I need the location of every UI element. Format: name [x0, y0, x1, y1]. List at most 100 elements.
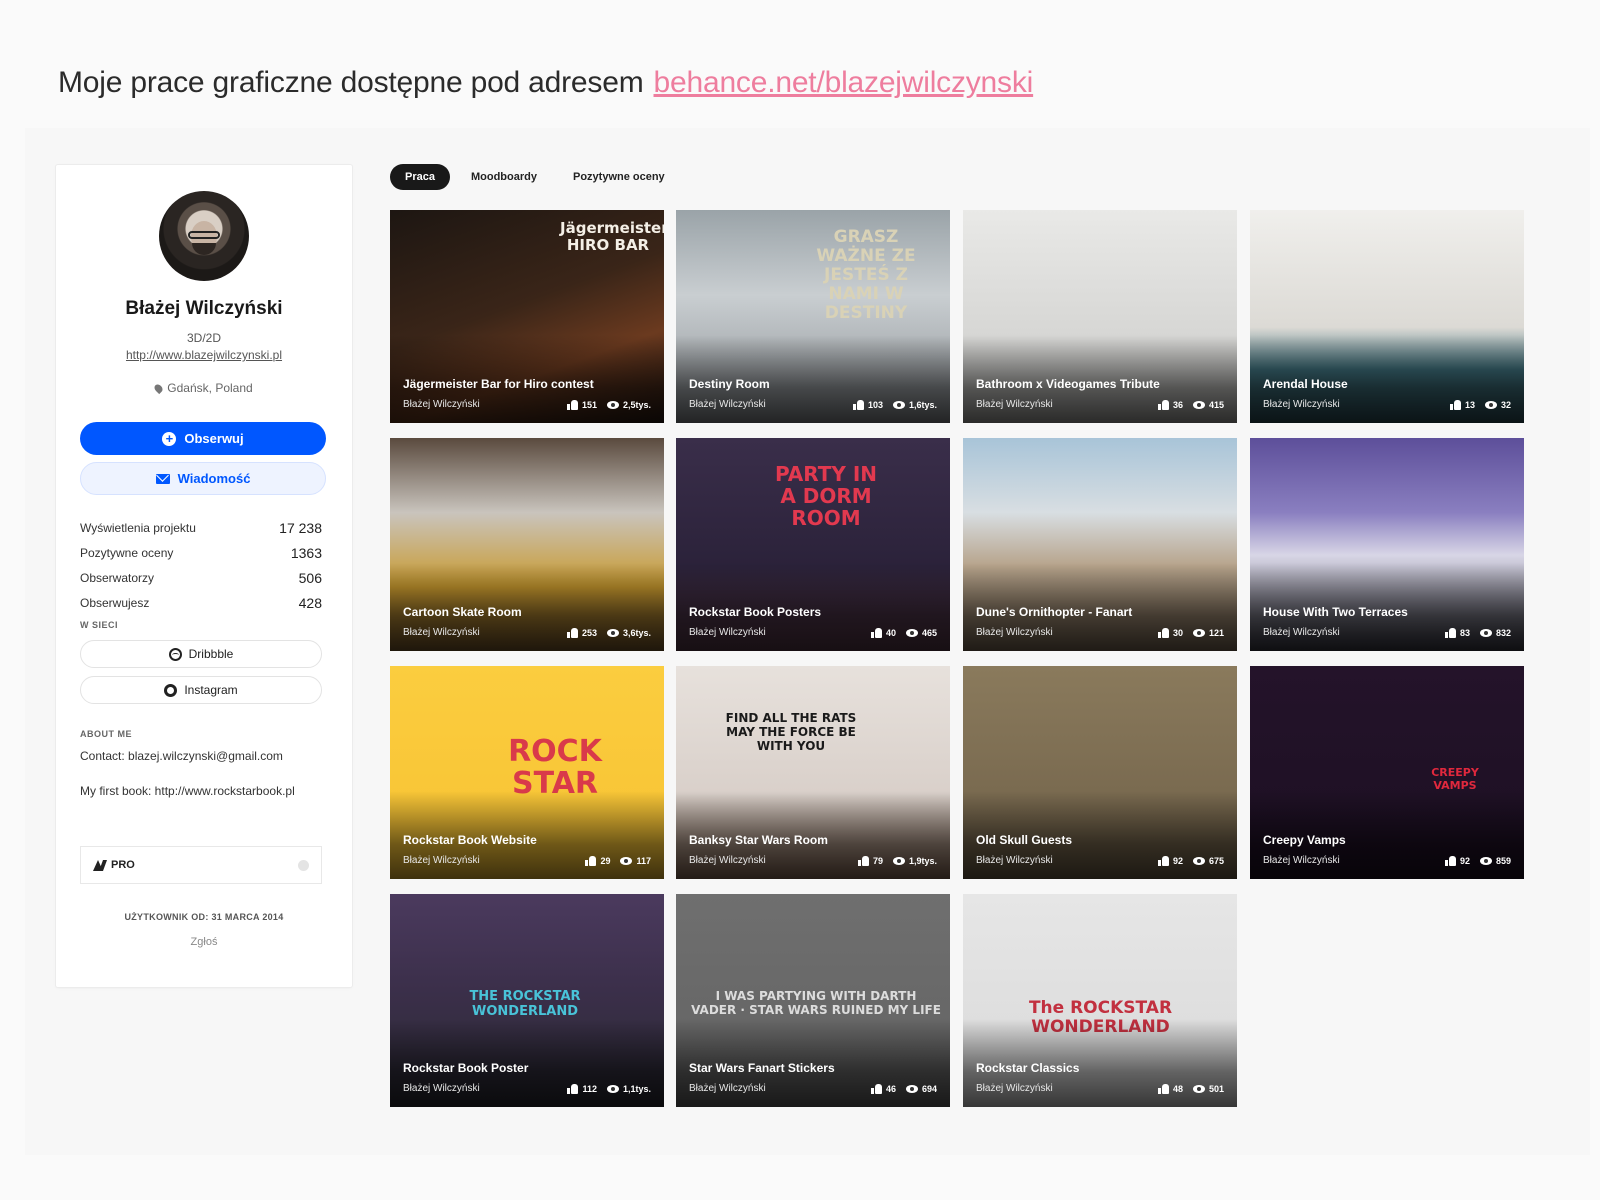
project-owner[interactable]: Błażej Wilczyński — [689, 855, 766, 866]
project-owner[interactable]: Błażej Wilczyński — [403, 627, 480, 638]
views-count: 2,5tys. — [622, 400, 651, 410]
stat-label: Wyświetlenia projektu — [80, 520, 196, 535]
project-stats: 13 32 — [1449, 400, 1511, 410]
project-owner[interactable]: Błażej Wilczyński — [403, 399, 480, 410]
thumbnail-artwork-text: PARTY IN A DORM ROOM — [774, 462, 878, 530]
adobe-icon — [93, 859, 106, 871]
project-owner[interactable]: Błażej Wilczyński — [403, 1083, 480, 1094]
tab-moodboards[interactable]: Moodboardy — [456, 164, 552, 190]
thumbs-up-icon — [857, 856, 869, 866]
project-stats: 112 1,1tys. — [567, 1084, 651, 1094]
social-heading: W SIECI — [80, 620, 119, 630]
project-card[interactable]: I WAS PARTYING WITH DARTH VADER · STAR W… — [676, 894, 950, 1107]
project-owner[interactable]: Błażej Wilczyński — [976, 627, 1053, 638]
project-owner[interactable]: Błażej Wilczyński — [976, 855, 1053, 866]
project-title[interactable]: Rockstar Book Website — [403, 832, 603, 848]
profile-website-link[interactable]: http://www.blazejwilczynski.pl — [56, 348, 352, 362]
project-card[interactable]: Cartoon Skate Room Błażej Wilczyński 253 3,… — [390, 438, 664, 651]
project-card[interactable]: The ROCKSTAR WONDERLANDRockstar Classics… — [963, 894, 1237, 1107]
likes-count: 48 — [1172, 1084, 1183, 1094]
project-owner[interactable]: Błażej Wilczyński — [976, 1083, 1053, 1094]
project-title[interactable]: Old Skull Guests — [976, 832, 1176, 848]
stat-label: Obserwatorzy — [80, 570, 155, 585]
stat-row[interactable]: Pozytywne oceny 1363 — [80, 540, 322, 565]
project-card[interactable]: Jägermeister HIRO BAR Jägermeister Bar fo… — [390, 210, 664, 423]
project-title[interactable]: Star Wars Fanart Stickers — [689, 1060, 889, 1076]
stat-value: 506 — [298, 569, 322, 586]
project-card[interactable]: ROCK STAR Rockstar Book Website Błażej Wil… — [390, 666, 664, 879]
project-title[interactable]: Creepy Vamps — [1263, 832, 1463, 848]
project-card[interactable]: PARTY IN A DORM ROOM Rockstar Book Poster… — [676, 438, 950, 651]
thumbs-up-icon — [1157, 1084, 1169, 1094]
avatar[interactable] — [159, 191, 249, 281]
project-stats: 46 694 — [870, 1084, 937, 1094]
project-owner[interactable]: Błażej Wilczyński — [689, 627, 766, 638]
thumbnail-artwork-text: GRASZ WAŻNE ZE JESTEŚ Z NAMI W DESTINY — [816, 227, 916, 323]
project-title[interactable]: Jägermeister Bar for Hiro contest — [403, 376, 603, 392]
info-icon[interactable] — [298, 859, 309, 871]
project-owner[interactable]: Błażej Wilczyński — [976, 399, 1053, 410]
project-card[interactable]: Arendal House Błażej Wilczyński 13 32 — [1250, 210, 1524, 423]
thumbnail-artwork-text: CREEPY VAMPS — [1431, 766, 1479, 792]
project-owner[interactable]: Błażej Wilczyński — [1263, 627, 1340, 638]
project-card[interactable]: House With Two Terraces Błażej Wilczyński… — [1250, 438, 1524, 651]
project-card[interactable]: Bathroom x Videogames Tribute Błażej Wilc… — [963, 210, 1237, 423]
stat-row[interactable]: Obserwujesz 428 — [80, 590, 322, 615]
project-title[interactable]: Banksy Star Wars Room — [689, 832, 889, 848]
tab-appreciations[interactable]: Pozytywne oceny — [558, 164, 680, 190]
views-count: 675 — [1208, 856, 1224, 866]
views-count: 694 — [921, 1084, 937, 1094]
thumbs-up-icon — [870, 1084, 882, 1094]
follow-button[interactable]: + Obserwuj — [80, 422, 326, 455]
likes-count: 103 — [867, 400, 883, 410]
eye-icon — [1192, 1085, 1205, 1093]
message-button[interactable]: Wiadomość — [80, 462, 326, 495]
profile-tabs: Praca Moodboardy Pozytywne oceny — [390, 164, 680, 190]
project-stats: 40 465 — [870, 628, 937, 638]
thumbs-up-icon — [1157, 856, 1169, 866]
dribbble-button[interactable]: Dribbble — [80, 640, 322, 668]
stat-row[interactable]: Wyświetlenia projektu 17 238 — [80, 515, 322, 540]
project-owner[interactable]: Błażej Wilczyński — [689, 399, 766, 410]
views-count: 859 — [1495, 856, 1511, 866]
project-title[interactable]: Rockstar Classics — [976, 1060, 1176, 1076]
project-card[interactable]: THE ROCKSTAR WONDERLAND Rockstar Book Pos… — [390, 894, 664, 1107]
stat-row[interactable]: Obserwatorzy 506 — [80, 565, 322, 590]
project-title[interactable]: Destiny Room — [689, 376, 889, 392]
project-title[interactable]: Dune's Ornithopter - Fanart — [976, 604, 1176, 620]
thumbnail-artwork-text: THE ROCKSTAR WONDERLAND — [469, 989, 581, 1019]
project-owner[interactable]: Błażej Wilczyński — [689, 1083, 766, 1094]
project-card[interactable]: FIND ALL THE RATS MAY THE FORCE BE WITH … — [676, 666, 950, 879]
project-title[interactable]: Rockstar Book Poster — [403, 1060, 603, 1076]
project-card[interactable]: CREEPY VAMPS Creepy Vamps Błażej Wilczyńsk… — [1250, 666, 1524, 879]
likes-count: 29 — [600, 856, 611, 866]
report-link[interactable]: Zgłoś — [56, 936, 352, 948]
project-card[interactable]: Dune's Ornithopter - Fanart Błażej Wilczy… — [963, 438, 1237, 651]
eye-icon — [1479, 857, 1492, 865]
project-card[interactable]: GRASZ WAŻNE ZE JESTEŚ Z NAMI W DESTINY De… — [676, 210, 950, 423]
thumbs-up-icon — [1157, 400, 1169, 410]
project-title[interactable]: Rockstar Book Posters — [689, 604, 889, 620]
thumbs-up-icon — [1157, 628, 1169, 638]
project-title[interactable]: Bathroom x Videogames Tribute — [976, 376, 1176, 392]
project-title[interactable]: Arendal House — [1263, 376, 1463, 392]
project-stats: 29 117 — [585, 856, 651, 866]
instagram-button[interactable]: Instagram — [80, 676, 322, 704]
profile-name[interactable]: Błażej Wilczyński — [56, 298, 352, 320]
project-owner[interactable]: Błażej Wilczyński — [1263, 399, 1340, 410]
behance-link[interactable]: behance.net/blazejwilczynski — [654, 66, 1034, 99]
project-owner[interactable]: Błażej Wilczyński — [403, 855, 480, 866]
thumbs-up-icon — [852, 400, 864, 410]
stat-value: 428 — [298, 594, 322, 611]
project-grid: Jägermeister HIRO BAR Jägermeister Bar fo… — [390, 210, 1550, 1126]
thumbs-up-icon — [566, 400, 578, 410]
project-stats: 253 3,6tys. — [566, 628, 651, 638]
tab-work[interactable]: Praca — [390, 164, 450, 190]
likes-count: 92 — [1172, 856, 1183, 866]
pro-badge[interactable]: PRO — [80, 846, 322, 884]
project-owner[interactable]: Błażej Wilczyński — [1263, 855, 1340, 866]
project-title[interactable]: Cartoon Skate Room — [403, 604, 603, 620]
project-title[interactable]: House With Two Terraces — [1263, 604, 1463, 620]
project-card[interactable]: Old Skull Guests Błażej Wilczyński 92 675 — [963, 666, 1237, 879]
instagram-label: Instagram — [184, 683, 238, 697]
